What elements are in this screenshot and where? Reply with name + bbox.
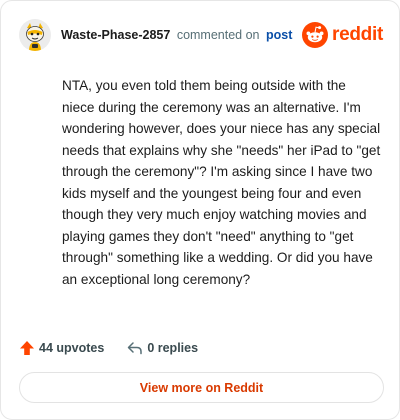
post-link[interactable]: post [266,28,292,42]
comment-meta: Waste-Phase-2857 commented on post [61,27,292,43]
commented-on-label: commented on [176,28,260,42]
reply-count: 0 replies [147,341,199,355]
upvote-count: 44 upvotes [39,341,105,355]
snoo-avatar-icon [19,19,51,51]
upvote-arrow-icon [19,340,35,356]
username-link[interactable]: Waste-Phase-2857 [61,28,170,42]
embedded-comment-card: Waste-Phase-2857 commented on post reddi… [0,0,400,420]
comment-body: NTA, you even told them being outside wi… [62,78,381,287]
reddit-wordmark: reddit [332,24,383,45]
view-more-on-reddit-button[interactable]: View more on Reddit [19,372,384,403]
user-avatar[interactable] [19,19,51,51]
reply-arrow-icon [126,340,143,356]
reddit-snoo-logo-icon [302,22,329,48]
reddit-brand-link[interactable]: reddit [302,22,383,48]
upvote-button[interactable]: 44 upvotes [19,340,104,356]
reply-button[interactable]: 0 replies [126,340,198,356]
comment-actions: 44 upvotes 0 replies [19,338,220,358]
comment-header: Waste-Phase-2857 commented on post reddi… [19,17,383,53]
